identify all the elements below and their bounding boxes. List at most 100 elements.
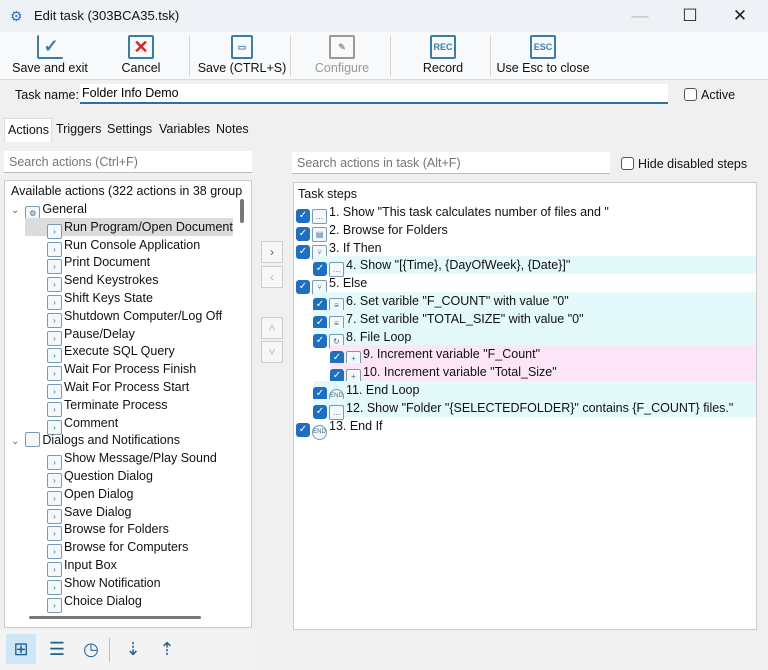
item-label: Comment [64,415,119,430]
item-label: Wait For Process Start [64,380,190,394]
task-step[interactable]: ✓ ↻ 8. File Loop [313,327,756,349]
task-step[interactable]: ✓… 1. Show "This task calculates number o… [296,203,756,224]
configure-button[interactable]: ✎ Configure [310,32,374,80]
remove-action-button[interactable]: ‹ [261,266,283,288]
step-label: 5. Else [329,276,368,291]
tree-item[interactable]: › Show Message/Play Sound [25,449,233,471]
item-label: Input Box [64,558,117,572]
task-step[interactable]: ✓… 4. Show "[{Time}, {DayOfWeek}, {Date}]… [313,256,756,278]
tree-group[interactable]: ⌄ Dialogs and Notifications [11,431,180,449]
tab-triggers[interactable]: Triggers [53,118,104,142]
tree-item[interactable]: › Open Dialog [25,485,233,506]
tree-item[interactable]: › Question Dialog [25,467,233,488]
esc-icon: ESC [530,35,556,59]
tree-item[interactable]: › Run Program/Open Document [25,217,233,239]
task-name-input[interactable] [80,84,668,104]
record-button[interactable]: REC Record [412,32,474,80]
tree-item[interactable]: › Send Keystrokes [25,271,233,293]
use-esc-button[interactable]: ESC Use Esc to close [496,32,590,80]
cancel-button[interactable]: ✕ Cancel [110,32,172,80]
tab-variables[interactable]: Variables [156,118,213,142]
add-action-button[interactable]: › [261,241,283,263]
label: Save (CTRL+S) [197,61,287,75]
move-down-button[interactable]: ˅ [261,341,283,363]
history-icon[interactable]: ◷ [76,634,106,664]
tree-item[interactable]: › Wait For Process Finish [25,360,233,382]
task-step[interactable]: ✓ ≡ 7. Set varible "TOTAL_SIZE" with value… [313,309,756,331]
tree-item[interactable]: › Run Console Application [25,236,233,257]
tree-toolbar: ⊞ ☰ ◷ ⇣ ⇡ [0,630,256,670]
tree-item[interactable]: › Shutdown Computer/Log Off [25,307,233,328]
tree-view-icon[interactable]: ⊞ [6,634,36,664]
tree-item[interactable]: › Shift Keys State [25,289,233,310]
end-icon: END [312,424,327,440]
item-label: Print Document [64,255,151,270]
search-task-input[interactable] [292,152,610,174]
tab-settings[interactable]: Settings [104,118,155,142]
search-actions-input[interactable] [4,151,252,173]
task-step[interactable]: ✓ ▤ 2. Browse for Folders [296,221,756,242]
expand-all-icon[interactable]: ⇣ [118,634,148,664]
step-checkbox[interactable]: ✓ [296,244,310,259]
step-label: 8. File Loop [346,329,412,344]
tree-item[interactable]: › Browse for Computers [25,538,233,560]
chevron-down-icon[interactable]: ⌄ [11,436,19,447]
minimize-button[interactable]: — [620,4,660,28]
move-up-button[interactable]: ˄ [261,317,283,339]
chevron-down-icon[interactable]: ⌄ [11,205,19,216]
tree-group[interactable]: ⌄ ⚙ General [11,200,87,221]
floppy-icon: ▭ [231,35,253,59]
step-checkbox[interactable]: ✓ [296,422,310,437]
tree-item[interactable]: › Browse for Folders [25,520,233,542]
tree-item[interactable]: › Pause/Delay [25,325,233,346]
item-label: Run Console Application [64,237,201,252]
tree-item[interactable]: › Save Dialog [25,503,233,524]
hide-disabled-checkbox[interactable] [621,157,634,170]
active-checkbox[interactable] [684,88,697,101]
label: Cancel [121,61,161,75]
maximize-button[interactable]: ☐ [670,4,710,28]
label: Record [422,61,464,75]
collapse-all-icon[interactable]: ⇡ [152,634,182,664]
action-icon: › [47,597,62,613]
actions-tree: Available actions (322 actions in 38 gro… [4,180,252,628]
task-step[interactable]: ✓ +10. Increment variable "Total_Size" [330,363,756,385]
tree-item[interactable]: › Comment [25,414,233,435]
task-step[interactable]: ✓ END 13. End If [296,417,756,440]
save-and-exit-button[interactable]: ✓ Save and exit [8,32,92,80]
task-step[interactable]: ✓… 12. Show "Folder "{SELECTEDFOLDER}" co… [313,398,756,420]
tree-item[interactable]: › Terminate Process [25,396,233,417]
title-bar: ⚙ Edit task (303BCA35.tsk) — ☐ ✕ [0,0,768,32]
tab-notes[interactable]: Notes [213,118,252,142]
save-button[interactable]: ▭ Save (CTRL+S) [196,32,288,80]
tree-item[interactable]: › Choice Dialog [25,592,233,613]
tab-actions[interactable]: Actions [4,118,52,142]
step-checkbox[interactable]: ✓ [296,280,310,295]
close-button[interactable]: ✕ [720,4,760,28]
item-label: Browse for Folders [64,522,169,537]
window-icon [25,432,41,448]
label: Save and exit [12,61,88,75]
item-label: Show Message/Play Sound [64,451,217,466]
task-step[interactable]: ✓ ≡ 6. Set varible "F_COUNT" with value "0… [313,292,756,313]
task-step[interactable]: ✓ ⑂ 5. Else [296,274,756,296]
horizontal-scrollbar[interactable] [29,616,201,619]
task-step[interactable]: ✓ +9. Increment variable "F_Count" [330,345,756,367]
step-checkbox[interactable]: ✓ [313,333,327,348]
task-step[interactable]: ✓ ⑂ 3. If Then [296,239,756,260]
task-step[interactable]: ✓ END 11. End Loop [313,381,756,404]
item-label: Open Dialog [64,486,134,501]
tree-item[interactable]: › Wait For Process Start [25,378,233,399]
task-name-label: Task name: [15,88,79,102]
item-label: Shutdown Computer/Log Off [64,308,223,323]
tree-item[interactable]: › Show Notification [25,574,233,595]
vertical-scrollbar[interactable] [240,199,244,223]
tree-item[interactable]: › Print Document [25,253,233,275]
rec-icon: REC [430,35,456,59]
list-view-icon[interactable]: ☰ [42,634,72,664]
step-label: 4. Show "[{Time}, {DayOfWeek}, {Date}]" [346,258,571,273]
item-label: Run Program/Open Document [64,219,233,234]
tree-item[interactable]: › Execute SQL Query [25,342,233,364]
tree-item[interactable]: › Input Box [25,556,233,577]
item-label: Pause/Delay [64,326,135,341]
